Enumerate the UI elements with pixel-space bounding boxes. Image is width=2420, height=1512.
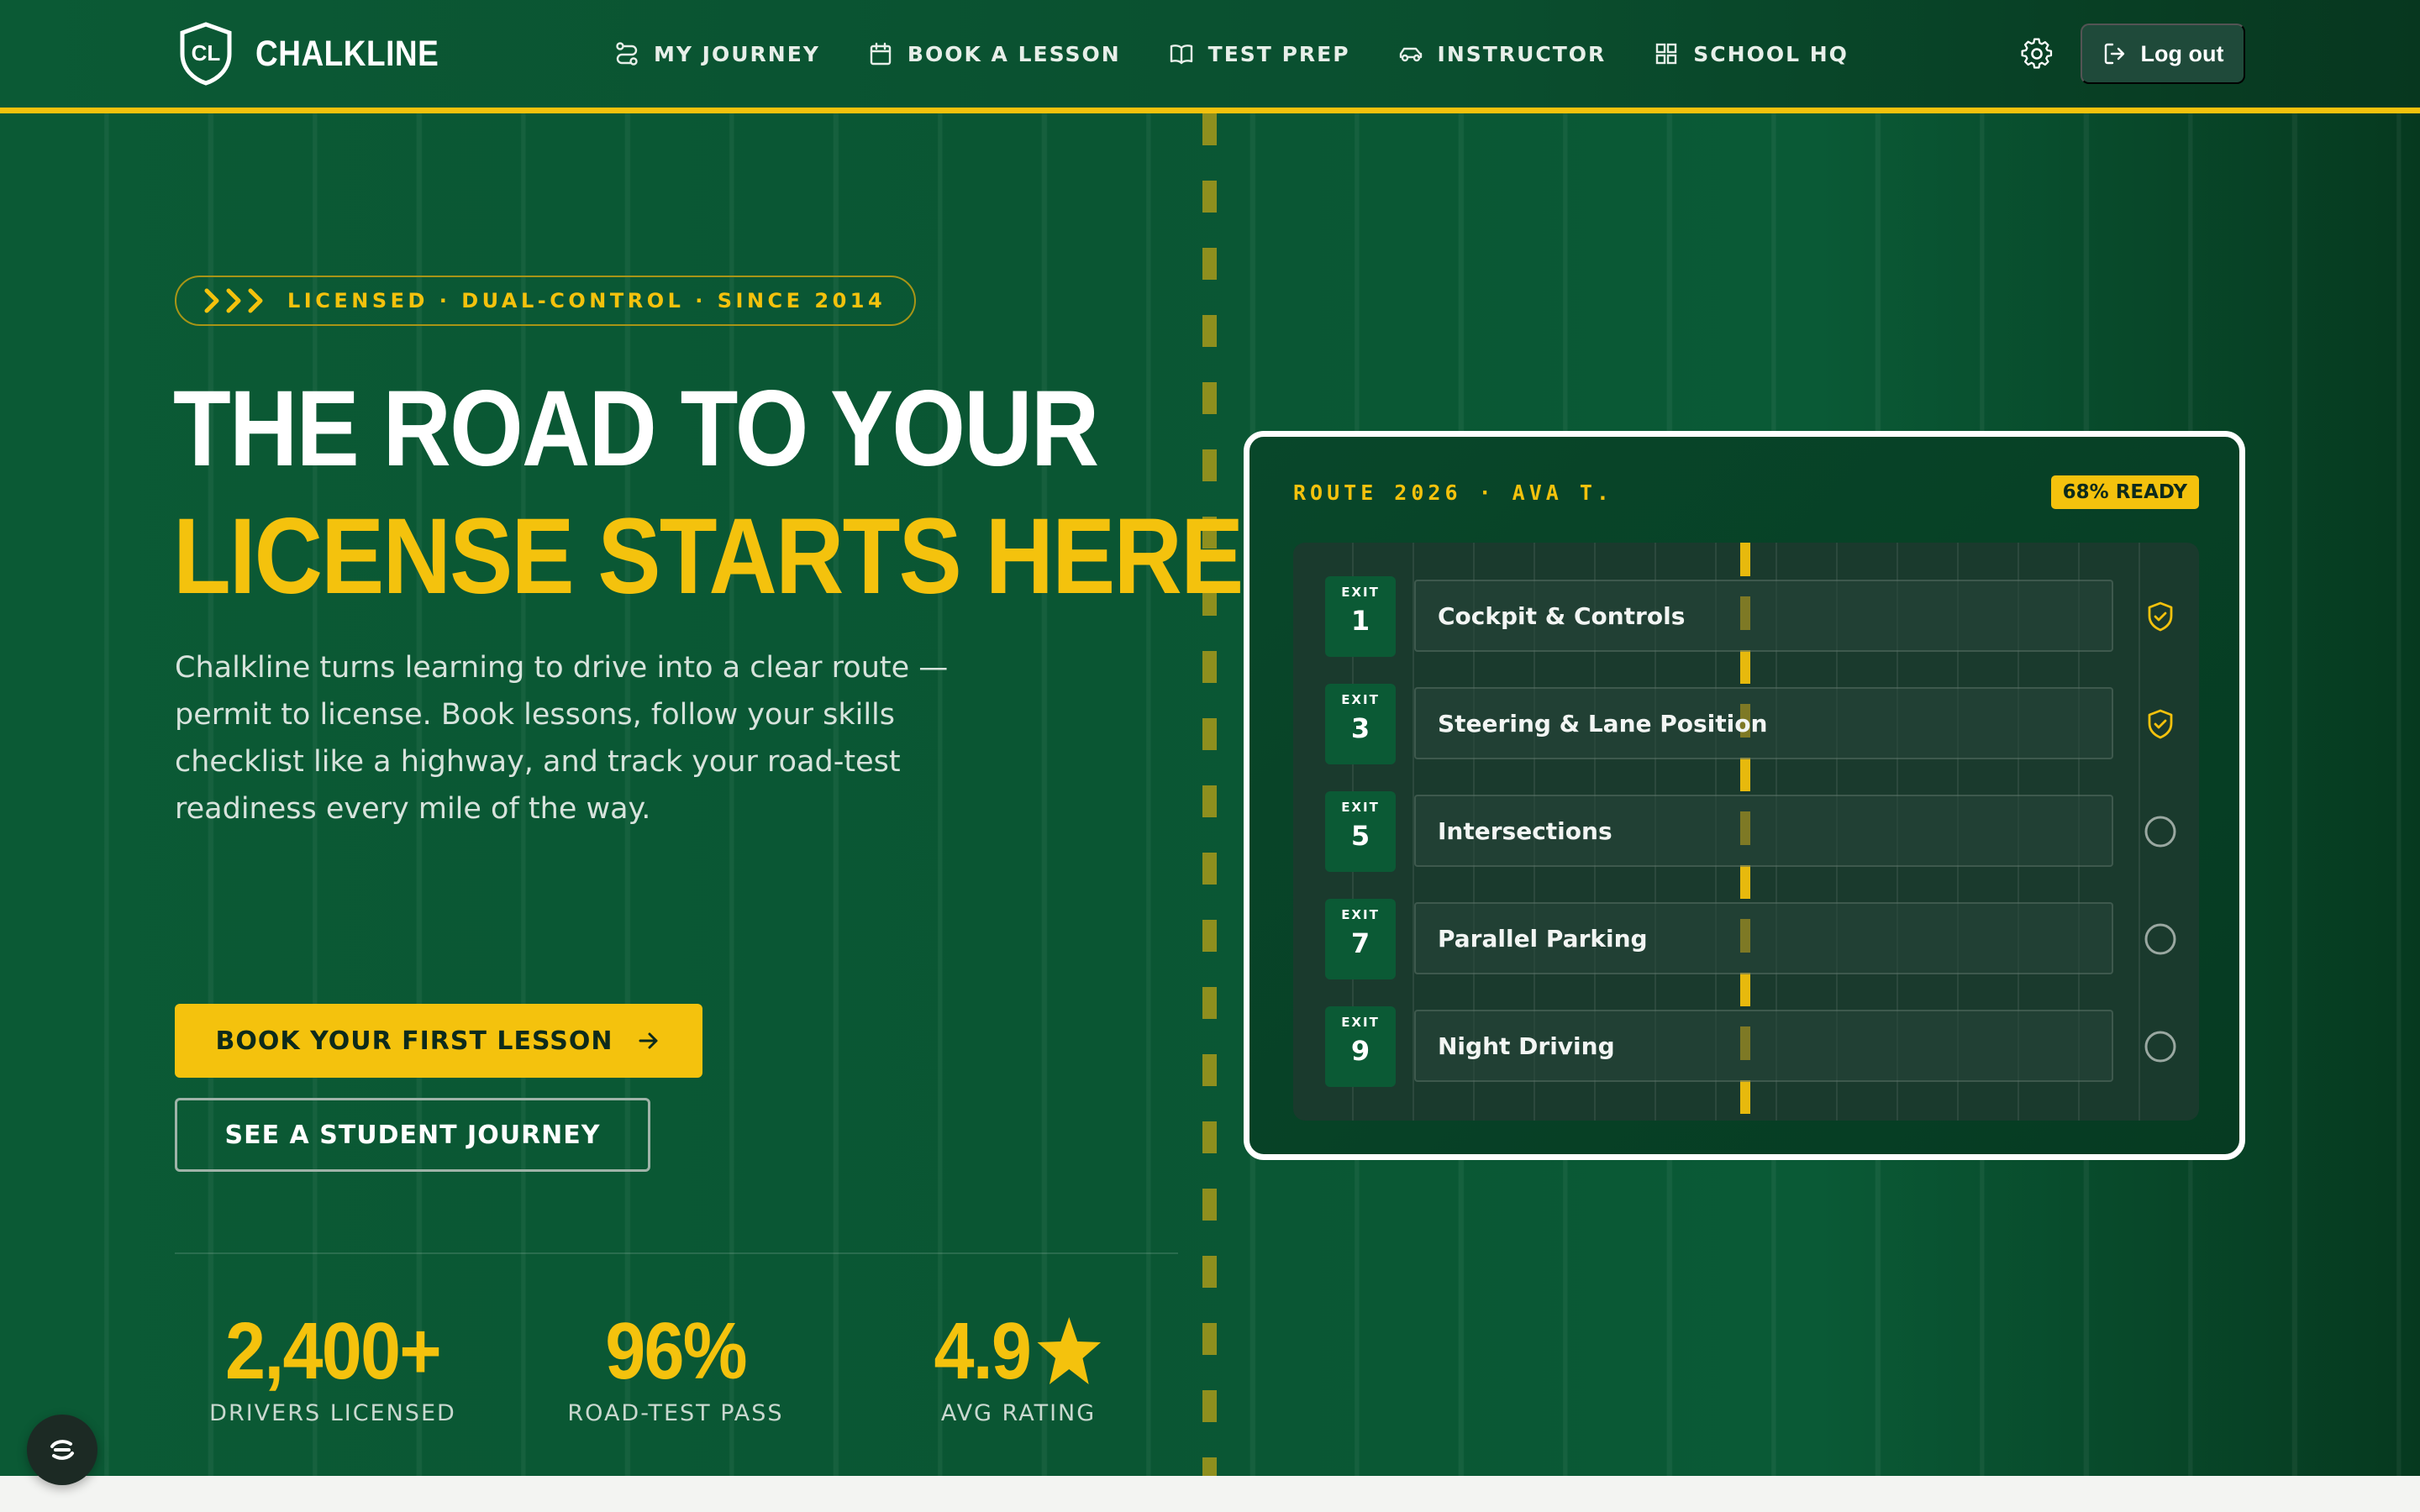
route-icon	[616, 42, 638, 66]
top-navigation-bar: CL CHALKLINE MY JOURNEY BOOK A LESSON TE…	[0, 0, 2420, 108]
empty-circle-icon	[2144, 923, 2176, 955]
empty-circle-icon	[2144, 1031, 2176, 1063]
arrow-right-icon	[639, 1032, 658, 1049]
exit-number: 7	[1350, 927, 1370, 959]
hero-headline: THE ROAD TO YOUR LICENSE STARTS HERE	[173, 365, 1244, 621]
nav-item-school-hq[interactable]: SCHOOL HQ	[1653, 40, 1849, 67]
exit-sign: EXIT 7	[1325, 899, 1396, 979]
exit-sign: EXIT 5	[1325, 791, 1396, 872]
exit-label: EXIT	[1341, 692, 1380, 707]
header-accent-stripe	[0, 108, 2420, 113]
logout-button[interactable]: Log out	[2081, 24, 2245, 84]
stat-value: 4.9	[934, 1306, 1032, 1396]
exit-number: 1	[1350, 605, 1370, 637]
star-icon	[1037, 1317, 1101, 1384]
nav-item-my-journey[interactable]: MY JOURNEY	[613, 40, 820, 67]
lesson-name: Steering & Lane Position	[1438, 709, 1768, 738]
nav-label: SCHOOL HQ	[1693, 41, 1849, 66]
lesson-route-board: EXIT 1 Cockpit & Controls EXIT 3 Steerin…	[1293, 543, 2199, 1121]
stat-value: 2,400+	[225, 1306, 442, 1396]
lesson-lane: Night Driving	[1414, 1010, 2113, 1082]
brand-monogram: CL	[192, 40, 221, 66]
shield-check-icon	[2148, 601, 2173, 632]
route-progress-card: ROUTE 2026 · AVA T. 68% READY EXIT 1 Coc…	[1244, 431, 2245, 1160]
stat-label: DRIVERS LICENSED	[209, 1400, 456, 1426]
exit-number: 3	[1350, 712, 1370, 744]
exit-label: EXIT	[1341, 800, 1380, 815]
lesson-name: Parallel Parking	[1438, 924, 1648, 953]
nav-item-book-a-lesson[interactable]: BOOK A LESSON	[867, 40, 1121, 67]
tagline-badge: LICENSED · DUAL-CONTROL · SINCE 2014	[175, 276, 917, 326]
car-icon	[1399, 47, 1422, 62]
headline-line-2: LICENSE STARTS HERE	[173, 496, 1244, 617]
nav-label: TEST PREP	[1207, 41, 1350, 66]
exit-label: EXIT	[1341, 585, 1380, 600]
stat-value-row: 4.9	[897, 1306, 1139, 1397]
lesson-row[interactable]: EXIT 9 Night Driving	[1325, 1006, 2182, 1087]
shield-logo-icon: CL	[180, 22, 232, 86]
empty-circle-icon	[2144, 816, 2176, 848]
grid-icon	[1656, 43, 1677, 65]
nav-label: BOOK A LESSON	[907, 41, 1121, 66]
exit-sign: EXIT 1	[1325, 576, 1396, 657]
hero-section: LICENSED · DUAL-CONTROL · SINCE 2014 THE…	[0, 113, 2420, 1476]
brand-name: CHALKLINE	[255, 33, 439, 73]
nav-item-instructor[interactable]: INSTRUCTOR	[1397, 40, 1607, 67]
readiness-badge: 68% READY	[2050, 475, 2199, 509]
headline-line-1: THE ROAD TO YOUR	[173, 369, 1099, 489]
stat-drivers-licensed: 2,400+ DRIVERS LICENSED	[198, 1306, 467, 1426]
stat-label: ROAD-TEST PASS	[567, 1400, 784, 1426]
lesson-name: Cockpit & Controls	[1438, 601, 1686, 630]
lesson-lane: Steering & Lane Position	[1414, 687, 2113, 759]
chevrons-icon	[204, 288, 263, 313]
lesson-row[interactable]: EXIT 7 Parallel Parking	[1325, 899, 2182, 979]
lesson-lane: Cockpit & Controls	[1414, 580, 2113, 652]
gear-icon[interactable]	[2020, 37, 2054, 71]
helper-logo-icon	[50, 1440, 74, 1460]
lesson-lane: Intersections	[1414, 795, 2113, 867]
hero-description: Chalkline turns learning to drive into a…	[175, 651, 949, 826]
exit-number: 5	[1350, 820, 1370, 852]
stat-avg-rating: 4.9 AVG RATING	[884, 1306, 1153, 1426]
button-label: BOOK YOUR FIRST LESSON	[215, 1026, 613, 1056]
nav-label: INSTRUCTOR	[1437, 41, 1607, 66]
logout-label: Log out	[2140, 40, 2224, 66]
stats-divider	[175, 1252, 1178, 1254]
lesson-row[interactable]: EXIT 3 Steering & Lane Position	[1325, 684, 2182, 764]
book-first-lesson-button[interactable]: BOOK YOUR FIRST LESSON	[175, 1004, 702, 1078]
lesson-name: Intersections	[1438, 816, 1612, 845]
exit-number: 9	[1350, 1035, 1370, 1067]
button-label: SEE A STUDENT JOURNEY	[224, 1120, 601, 1150]
exit-sign: EXIT 9	[1325, 1006, 1396, 1087]
lesson-row[interactable]: EXIT 5 Intersections	[1325, 791, 2182, 872]
shield-check-icon	[2148, 709, 2173, 739]
brand-logo-link[interactable]: CL CHALKLINE	[178, 22, 439, 86]
nav-label: MY JOURNEY	[654, 41, 820, 66]
stat-value: 96%	[605, 1306, 747, 1396]
road-center-line	[1202, 113, 1217, 1476]
exit-label: EXIT	[1341, 907, 1380, 922]
calendar-icon	[870, 42, 892, 66]
exit-label: EXIT	[1341, 1015, 1380, 1030]
route-title: ROUTE 2026 · AVA T.	[1293, 480, 1613, 505]
lesson-row[interactable]: EXIT 1 Cockpit & Controls	[1325, 576, 2182, 657]
nav-item-test-prep[interactable]: TEST PREP	[1168, 40, 1350, 67]
floating-helper-button[interactable]	[27, 1415, 97, 1485]
tagline-text: LICENSED · DUAL-CONTROL · SINCE 2014	[287, 289, 886, 312]
see-student-journey-button[interactable]: SEE A STUDENT JOURNEY	[175, 1098, 650, 1172]
stat-road-test-pass: 96% ROAD-TEST PASS	[541, 1306, 810, 1426]
stat-label: AVG RATING	[940, 1400, 1097, 1426]
main-nav: MY JOURNEY BOOK A LESSON TEST PREP INSTR…	[613, 32, 1849, 76]
book-icon	[1170, 45, 1192, 65]
lesson-name: Night Driving	[1438, 1032, 1615, 1060]
lesson-lane: Parallel Parking	[1414, 902, 2113, 974]
logout-icon	[2104, 43, 2124, 65]
exit-sign: EXIT 3	[1325, 684, 1396, 764]
